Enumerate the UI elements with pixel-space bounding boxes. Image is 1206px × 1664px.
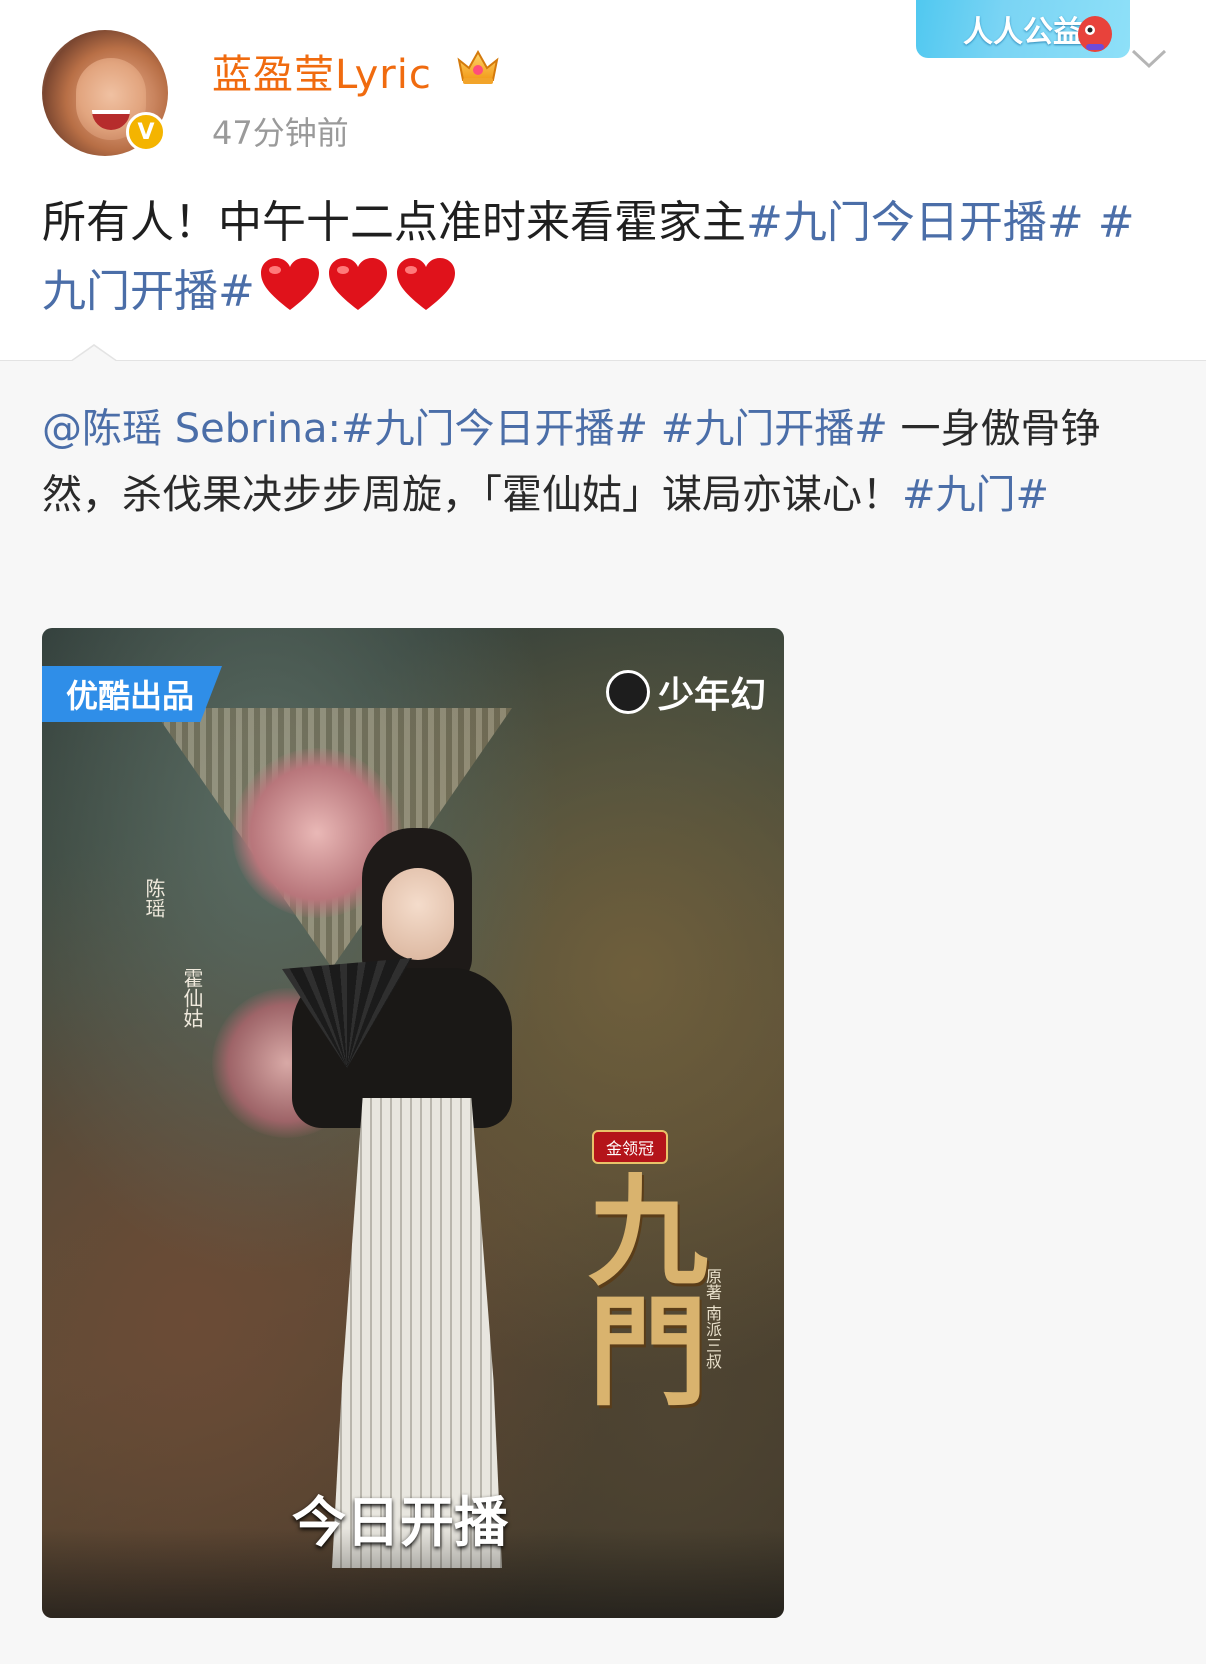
brand-badge: 金领冠 — [592, 1130, 668, 1164]
mascot-icon — [1078, 16, 1112, 52]
air-date-text: 今日开播 — [292, 1491, 508, 1554]
repost-notch-inner — [71, 346, 117, 362]
post-body: 所有人！中午十二点准时来看霍家主 — [42, 197, 746, 248]
hashtag-link[interactable]: #九门今日开播# — [746, 197, 1084, 248]
heart-icon — [396, 258, 455, 310]
logo-text: 少年幻 — [658, 675, 767, 716]
studio-logo: 少年幻 — [606, 666, 766, 718]
badge-label: 人人公益 — [963, 15, 1083, 50]
repost-text: @陈瑶 Sebrina:#九门今日开播# #九门开播# 一身傲骨铮然，杀伐果决步… — [42, 396, 1162, 528]
hashtag-link[interactable]: #九门开播# — [661, 406, 888, 452]
mention-link[interactable]: @陈瑶 Sebrina: — [42, 406, 341, 452]
post-text: 所有人！中午十二点准时来看霍家主#九门今日开播# #九门开播# — [42, 190, 1162, 325]
chevron-down-icon[interactable] — [1130, 48, 1168, 70]
post-time: 47分钟前 — [212, 114, 349, 152]
youku-tag: 优酷出品 — [42, 666, 222, 722]
actor-name: 陈瑶 — [142, 878, 166, 918]
heart-emojis — [259, 256, 457, 314]
heart-icon — [328, 258, 387, 310]
verified-badge-icon: V — [126, 112, 166, 152]
role-name: 霍仙姑 — [180, 968, 204, 1028]
heart-icon — [260, 258, 319, 310]
poster-title: 九門 — [567, 1168, 708, 1408]
crown-icon — [457, 49, 499, 84]
username[interactable]: 蓝盈莹Lyric — [212, 42, 432, 100]
author-note: 原著 南派三叔 — [703, 1268, 722, 1370]
hashtag-link[interactable]: #九门# — [902, 472, 1049, 518]
hashtag-link[interactable]: #九门今日开播# — [341, 406, 648, 452]
logo-icon — [606, 670, 650, 714]
figure-face — [382, 868, 454, 960]
poster-image[interactable]: 优酷出品 少年幻 陈瑶 霍仙姑 金领冠 九門 原著 南派三叔 今日开播 — [42, 628, 784, 1618]
